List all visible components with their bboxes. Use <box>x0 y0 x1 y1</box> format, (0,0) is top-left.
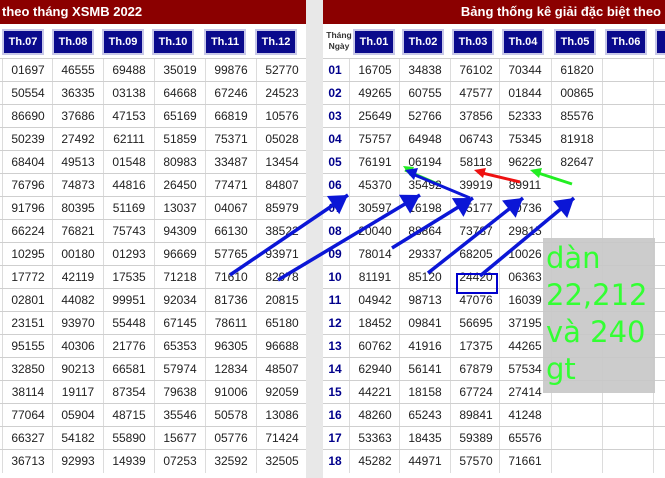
red-arrow-head <box>474 168 486 178</box>
green-arrow-right-head <box>530 168 542 178</box>
blue-arrow-head <box>502 198 523 218</box>
blue-arrow <box>478 196 576 278</box>
annotation-arrows <box>229 166 576 282</box>
blue-arrow <box>229 193 349 277</box>
blue-arrow <box>426 196 525 275</box>
blue-arrow-head <box>326 195 348 215</box>
green-arrow-right <box>534 170 573 186</box>
blue-arrow <box>277 193 421 282</box>
